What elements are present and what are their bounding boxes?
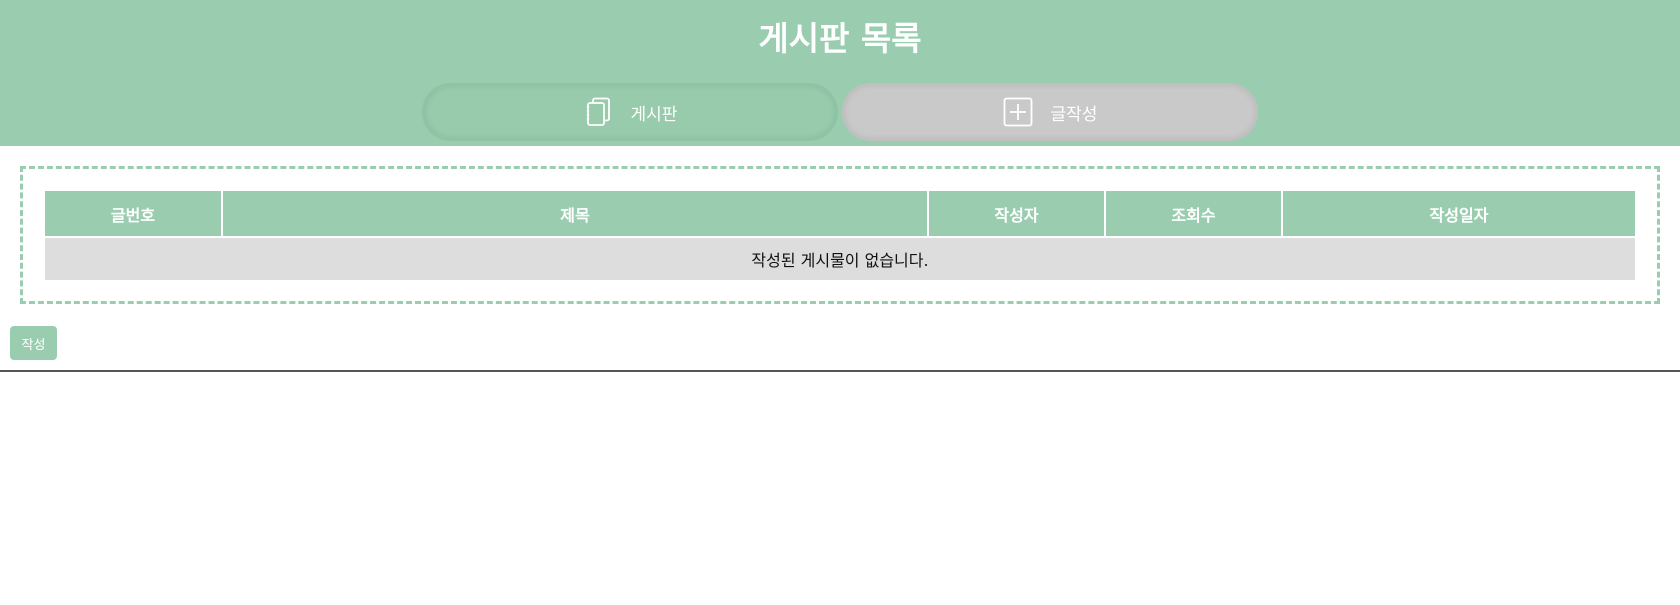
column-header-views: 조회수 [1105,191,1283,237]
notebook-icon [583,97,613,127]
divider [0,370,1680,372]
nav-board-button[interactable]: 게시판 [422,83,838,141]
column-header-title: 제목 [222,191,929,237]
plus-square-icon [1003,97,1033,127]
nav-write-button[interactable]: 글작성 [842,83,1258,141]
column-header-date: 작성일자 [1282,191,1635,237]
nav-write-label: 글작성 [1050,104,1098,125]
write-button[interactable]: 작성 [10,326,57,360]
column-header-author: 작성자 [928,191,1106,237]
table-row: 작성된 게시물이 없습니다. [45,236,1635,280]
board-table: 글번호 제목 작성자 조회수 작성일자 작성된 게시물이 없습니다. [45,191,1635,280]
nav-board-label: 게시판 [630,104,678,125]
page-title: 게시판 목록 [758,19,922,58]
column-header-number: 글번호 [45,191,223,237]
page-header: 게시판 목록 게시판 글작성 [0,0,1680,146]
empty-message: 작성된 게시물이 없습니다. [45,236,1635,280]
table-header-row: 글번호 제목 작성자 조회수 작성일자 [45,191,1635,237]
